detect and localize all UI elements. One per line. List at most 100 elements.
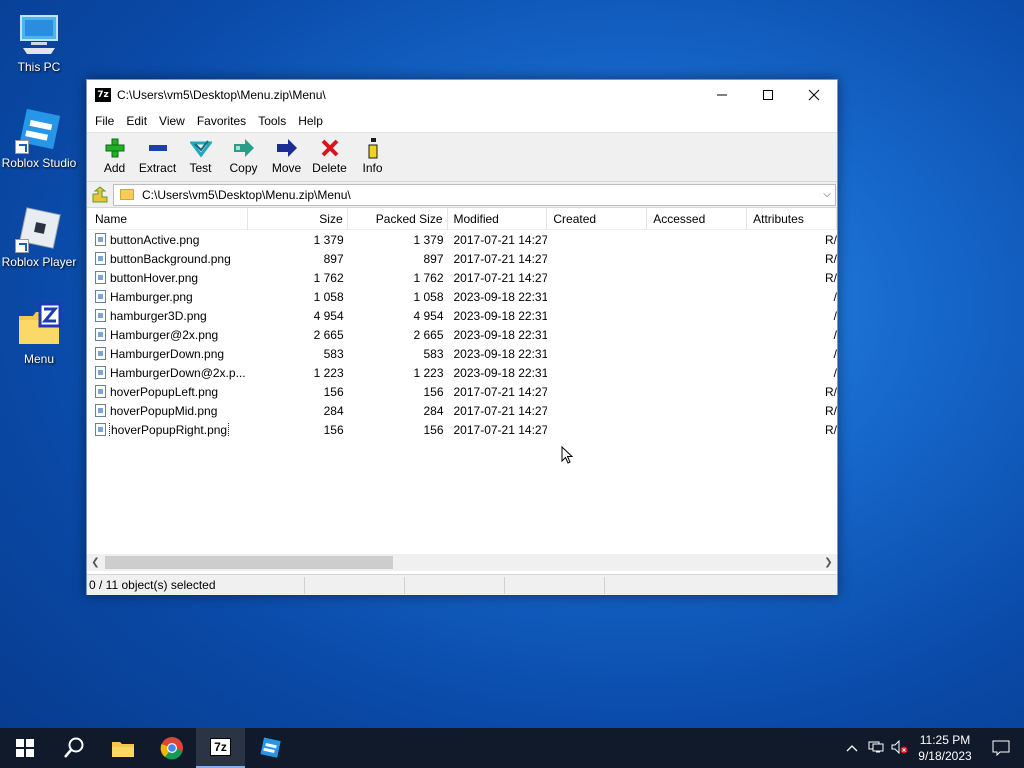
file-row[interactable]: hoverPopupLeft.png 156 156 2017-07-21 14:27… [87, 382, 837, 401]
column-accessed[interactable]: Accessed [647, 208, 748, 230]
desktop-icon-roblox-player[interactable]: Roblox Player [0, 205, 78, 269]
file-row[interactable]: buttonActive.png 1 379 1 379 2017-07-21 14:… [87, 230, 837, 249]
file-attributes: / [833, 346, 837, 361]
copy-button[interactable]: Copy [222, 133, 265, 175]
column-name[interactable]: Name [87, 208, 248, 230]
file-row[interactable]: hoverPopupMid.png 284 284 2017-07-21 14:27 R… [87, 401, 837, 420]
column-modified[interactable]: Modified [448, 208, 548, 230]
desktop-icon-this-pc[interactable]: This PC [0, 10, 78, 74]
file-size: 284 [323, 403, 344, 418]
menu-favorites[interactable]: Favorites [191, 114, 252, 128]
column-size[interactable]: Size [248, 208, 348, 230]
network-icon[interactable] [864, 740, 888, 757]
copy-arrow-icon [231, 137, 257, 159]
file-row[interactable]: buttonHover.png 1 762 1 762 2017-07-21 14:2… [87, 268, 837, 287]
address-field[interactable]: C:\Users\vm5\Desktop\Menu.zip\Menu\ ⌵ [113, 183, 836, 206]
scroll-right-icon[interactable]: ❯ [820, 554, 837, 571]
add-button[interactable]: Add [93, 133, 136, 175]
maximize-icon [763, 90, 773, 100]
title-bar[interactable]: 7z C:\Users\vm5\Desktop\Menu.zip\Menu\ [87, 80, 837, 110]
file-modified: 2023-09-18 22:31 [453, 289, 548, 304]
folder-up-icon [92, 185, 108, 202]
image-file-icon [95, 290, 106, 303]
file-packed-size: 156 [423, 422, 444, 437]
file-name: buttonActive.png [110, 232, 200, 247]
file-name: HamburgerDown@2x.p... [110, 365, 246, 380]
image-file-icon [95, 347, 106, 360]
shortcut-arrow-icon [15, 140, 29, 154]
file-size: 4 954 [313, 308, 344, 323]
column-packed-size[interactable]: Packed Size [348, 208, 448, 230]
chrome-button[interactable] [147, 728, 196, 768]
menu-tools[interactable]: Tools [252, 114, 292, 128]
image-file-icon [95, 385, 106, 398]
image-file-icon [95, 423, 106, 436]
menu-help[interactable]: Help [292, 114, 329, 128]
7zip-taskbar-button[interactable]: 7z [196, 728, 245, 768]
file-name: hoverPopupRight.png [108, 422, 230, 437]
clock[interactable]: 11:25 PM 9/18/2023 [912, 732, 978, 764]
file-name: Hamburger.png [110, 289, 193, 304]
file-attributes: R/ [825, 403, 837, 418]
file-modified: 2017-07-21 14:27 [453, 422, 548, 437]
mouse-cursor-icon [561, 446, 573, 464]
volume-muted-icon[interactable] [888, 739, 912, 757]
minimize-button[interactable] [699, 80, 745, 110]
file-row[interactable]: HamburgerDown.png 583 583 2023-09-18 22:31 / [87, 344, 837, 363]
image-file-icon [95, 328, 106, 341]
file-name-cell: HamburgerDown@2x.p... [87, 366, 248, 380]
file-name-cell: Hamburger@2x.png [87, 328, 248, 342]
file-row[interactable]: hoverPopupRight.png 156 156 2017-07-21 14:2… [87, 420, 837, 439]
file-row[interactable]: HamburgerDown@2x.p... 1 223 1 223 2023-09-1… [87, 363, 837, 382]
file-modified: 2017-07-21 14:27 [453, 232, 548, 247]
file-packed-size: 897 [423, 251, 444, 266]
move-button[interactable]: Move [265, 133, 308, 175]
notifications-button[interactable] [978, 740, 1024, 756]
menu-edit[interactable]: Edit [120, 114, 153, 128]
menu-bar: File Edit View Favorites Tools Help [87, 110, 837, 132]
file-row[interactable]: buttonBackground.png 897 897 2017-07-21 14:… [87, 249, 837, 268]
chevron-down-icon[interactable]: ⌵ [819, 189, 835, 200]
status-size [305, 576, 405, 594]
start-button[interactable] [0, 728, 49, 768]
address-bar: C:\Users\vm5\Desktop\Menu.zip\Menu\ ⌵ [87, 182, 837, 208]
file-size: 1 223 [313, 365, 344, 380]
image-file-icon [95, 404, 106, 417]
maximize-button[interactable] [745, 80, 791, 110]
file-size: 156 [323, 422, 344, 437]
image-file-icon [95, 233, 106, 246]
menu-file[interactable]: File [89, 114, 120, 128]
minus-icon [145, 137, 171, 159]
roblox-studio-taskbar-button[interactable] [245, 728, 294, 768]
file-name-cell: buttonActive.png [87, 233, 248, 247]
clock-date: 9/18/2023 [918, 749, 972, 763]
file-modified: 2023-09-18 22:31 [453, 308, 548, 323]
file-name: HamburgerDown.png [110, 346, 225, 361]
desktop-icon-menu-zip[interactable]: Menu [0, 302, 78, 366]
file-row[interactable]: Hamburger@2x.png 2 665 2 665 2023-09-18 22:… [87, 325, 837, 344]
file-size: 156 [323, 384, 344, 399]
horizontal-scrollbar[interactable]: ❮ ❯ [87, 554, 837, 571]
column-attributes[interactable]: Attributes [747, 208, 837, 230]
file-explorer-button[interactable] [98, 728, 147, 768]
test-button[interactable]: Test [179, 133, 222, 175]
scroll-left-icon[interactable]: ❮ [87, 554, 104, 571]
extract-button[interactable]: Extract [136, 133, 179, 175]
file-row[interactable]: Hamburger.png 1 058 1 058 2023-09-18 22:31 / [87, 287, 837, 306]
delete-button[interactable]: Delete [308, 133, 351, 175]
info-button[interactable]: Info [351, 133, 394, 175]
file-packed-size: 2 665 [413, 327, 444, 342]
column-created[interactable]: Created [547, 208, 648, 230]
search-button[interactable] [49, 728, 98, 768]
close-button[interactable] [791, 80, 837, 110]
up-folder-button[interactable] [87, 183, 113, 207]
roblox-studio-icon [260, 737, 281, 758]
menu-view[interactable]: View [153, 114, 191, 128]
chevron-up-icon[interactable] [840, 741, 864, 755]
file-name-cell: HamburgerDown.png [87, 347, 248, 361]
status-packed [405, 576, 505, 594]
desktop-icon-roblox-studio[interactable]: Roblox Studio [0, 106, 78, 170]
scroll-thumb[interactable] [105, 556, 393, 569]
file-row[interactable]: hamburger3D.png 4 954 4 954 2023-09-18 22:3… [87, 306, 837, 325]
file-size: 2 665 [313, 327, 344, 342]
